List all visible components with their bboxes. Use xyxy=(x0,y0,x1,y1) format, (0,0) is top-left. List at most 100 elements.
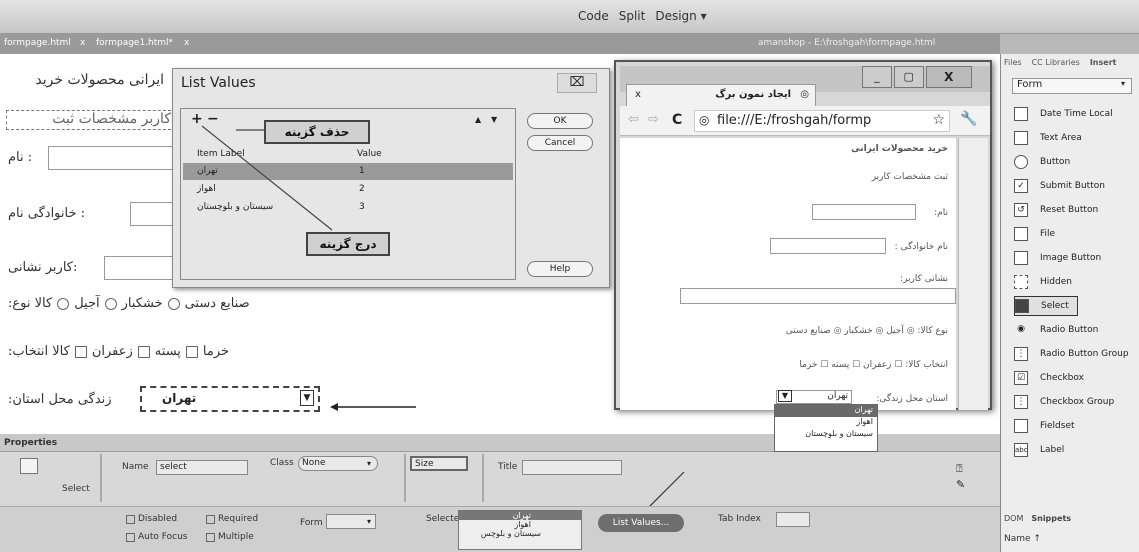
browser-family-field[interactable] xyxy=(770,238,886,254)
design-view-button[interactable]: Design ▾ xyxy=(655,9,706,23)
insert-item-reset-button[interactable]: ↺ Reset Button xyxy=(1014,200,1139,220)
browser-address-field[interactable] xyxy=(680,288,956,304)
insert-item-submit-button[interactable]: ✓ Submit Button xyxy=(1014,176,1139,196)
minimize-icon[interactable]: _ xyxy=(862,66,892,88)
multiple-option[interactable]: Multiple xyxy=(206,532,254,542)
insert-item-label[interactable]: abc Label xyxy=(1014,440,1139,460)
browser-scrollbar[interactable] xyxy=(958,138,988,410)
address-bar[interactable]: ◎ file:///E:/froshgah/formp ☆ xyxy=(694,110,950,132)
ok-button[interactable]: OK xyxy=(527,113,593,129)
province-label: :زندگی محل استان xyxy=(8,392,112,407)
checkbox[interactable] xyxy=(126,532,135,542)
tab-insert[interactable]: Insert xyxy=(1090,58,1117,67)
cancel-button[interactable]: Cancel xyxy=(527,135,593,151)
insert-item-radio-button-group[interactable]: ⋮ Radio Button Group xyxy=(1014,344,1139,364)
checkbox-peste[interactable] xyxy=(137,345,150,358)
forward-icon[interactable]: ⇨ xyxy=(648,112,659,127)
checkbox[interactable] xyxy=(126,514,135,524)
disabled-option[interactable]: Disabled xyxy=(126,514,177,524)
tab-close-icon[interactable]: x xyxy=(635,89,641,100)
province-select[interactable]: تهران ▼ xyxy=(140,386,320,412)
radio-ajil[interactable] xyxy=(57,297,70,310)
category-select[interactable]: Form ▾ xyxy=(1012,78,1132,94)
selected-list[interactable]: تهران اهواز سیستان و بلوچس xyxy=(458,510,582,550)
chevron-down-icon[interactable]: ▼ xyxy=(778,390,792,402)
size-input[interactable]: Size xyxy=(410,456,468,471)
button-icon xyxy=(1014,155,1028,169)
class-select[interactable]: None ▾ xyxy=(298,456,378,471)
insert-item-checkbox-group[interactable]: ⋮ Checkbox Group xyxy=(1014,392,1139,412)
tab-dom[interactable]: DOM xyxy=(1004,514,1023,523)
insert-item-select[interactable]: Select xyxy=(1014,296,1078,316)
radio-khoshkbar[interactable] xyxy=(104,297,117,310)
list-values-button[interactable]: List Values... xyxy=(598,514,684,532)
insert-item-hidden[interactable]: Hidden xyxy=(1014,272,1139,292)
size-label: Size xyxy=(415,459,434,469)
checkbox-khorma[interactable] xyxy=(185,345,198,358)
fieldset-icon xyxy=(1014,419,1028,433)
radio-group-icon: ⋮ xyxy=(1014,347,1028,361)
checkbox-zafaran[interactable] xyxy=(74,345,87,358)
insert-item-label: Fieldset xyxy=(1040,421,1075,431)
back-icon[interactable]: ⇦ xyxy=(628,112,639,127)
name-label: Name xyxy=(122,462,149,472)
dropdown-option[interactable]: سیستان و بلوچستان xyxy=(775,429,877,441)
maximize-icon[interactable]: ▢ xyxy=(893,66,924,88)
required-label: Required xyxy=(218,514,259,524)
browser-subtitle: ثبت مشخصات کاربر xyxy=(871,172,948,182)
selected-option[interactable]: سیستان و بلوچس xyxy=(459,529,581,538)
tab-index-input[interactable] xyxy=(776,512,810,527)
dropdown-option[interactable]: تهران xyxy=(775,405,877,417)
dropdown-option[interactable]: اهواز xyxy=(775,417,877,429)
selected-option[interactable]: تهران xyxy=(459,511,581,520)
edit-icon[interactable]: ✎ xyxy=(956,478,965,491)
checkbox-label: :کالا انتخاب xyxy=(8,344,70,359)
title-input[interactable] xyxy=(522,460,622,475)
chevron-down-icon[interactable]: ▼ xyxy=(300,390,314,406)
checkbox[interactable] xyxy=(206,514,215,524)
help-button[interactable]: Help xyxy=(527,261,593,277)
tab-close-icon[interactable]: x xyxy=(80,38,85,48)
insert-item-text-area[interactable]: Text Area xyxy=(1014,128,1139,148)
tab-formpage[interactable]: formpage.html xyxy=(4,38,71,48)
auto-focus-option[interactable]: Auto Focus xyxy=(126,532,187,542)
star-icon[interactable]: ☆ xyxy=(932,112,945,128)
tab-formpage1[interactable]: formpage1.html* xyxy=(96,38,173,48)
textarea-icon xyxy=(1014,131,1028,145)
code-view-button[interactable]: Code xyxy=(578,9,609,23)
insert-item-checkbox[interactable]: ☑ Checkbox xyxy=(1014,368,1139,388)
required-option[interactable]: Required xyxy=(206,514,258,524)
browser-name-field[interactable] xyxy=(812,204,916,220)
divider xyxy=(404,454,406,502)
selected-option[interactable]: اهواز xyxy=(459,520,581,529)
insert-item-button[interactable]: Button xyxy=(1014,152,1139,172)
insert-item-fieldset[interactable]: Fieldset xyxy=(1014,416,1139,436)
split-view-button[interactable]: Split xyxy=(619,9,646,23)
close-icon[interactable]: ⌧ xyxy=(557,73,597,93)
insert-item-file[interactable]: File xyxy=(1014,224,1139,244)
browser-tab[interactable]: x ایجاد نمون برگ ◎ xyxy=(626,84,816,106)
tab-close-icon[interactable]: x xyxy=(184,38,189,48)
tab-files[interactable]: Files xyxy=(1004,58,1022,67)
insert-item-radio-button[interactable]: ◉ Radio Button xyxy=(1014,320,1139,340)
window-controls: _ ▢ X xyxy=(862,66,972,88)
help-icon[interactable]: ⍰ xyxy=(956,462,963,476)
radio-sanaye[interactable] xyxy=(167,297,180,310)
family-field[interactable] xyxy=(130,202,176,226)
insert-item-date-time-local[interactable]: Date Time Local xyxy=(1014,104,1139,124)
address-field[interactable] xyxy=(104,256,176,280)
browser-family-label: نام خانوادگی : xyxy=(894,242,948,252)
form-select[interactable]: ▾ xyxy=(326,514,376,529)
name-input[interactable]: select xyxy=(156,460,248,475)
insert-item-image-button[interactable]: Image Button xyxy=(1014,248,1139,268)
tab-snippets[interactable]: Snippets xyxy=(1031,514,1071,523)
name-field[interactable] xyxy=(48,146,176,170)
snippets-name-column[interactable]: Name ↑ xyxy=(1004,534,1041,544)
arrow-annotation xyxy=(330,403,416,411)
page-subtitle: کاربر مشخصات ثبت xyxy=(52,111,171,127)
close-icon[interactable]: X xyxy=(925,66,972,88)
tab-cc-libraries[interactable]: CC Libraries xyxy=(1032,58,1080,67)
reload-icon[interactable]: C xyxy=(672,112,682,128)
checkbox[interactable] xyxy=(206,532,215,542)
wrench-icon[interactable]: 🔧 xyxy=(960,111,977,127)
